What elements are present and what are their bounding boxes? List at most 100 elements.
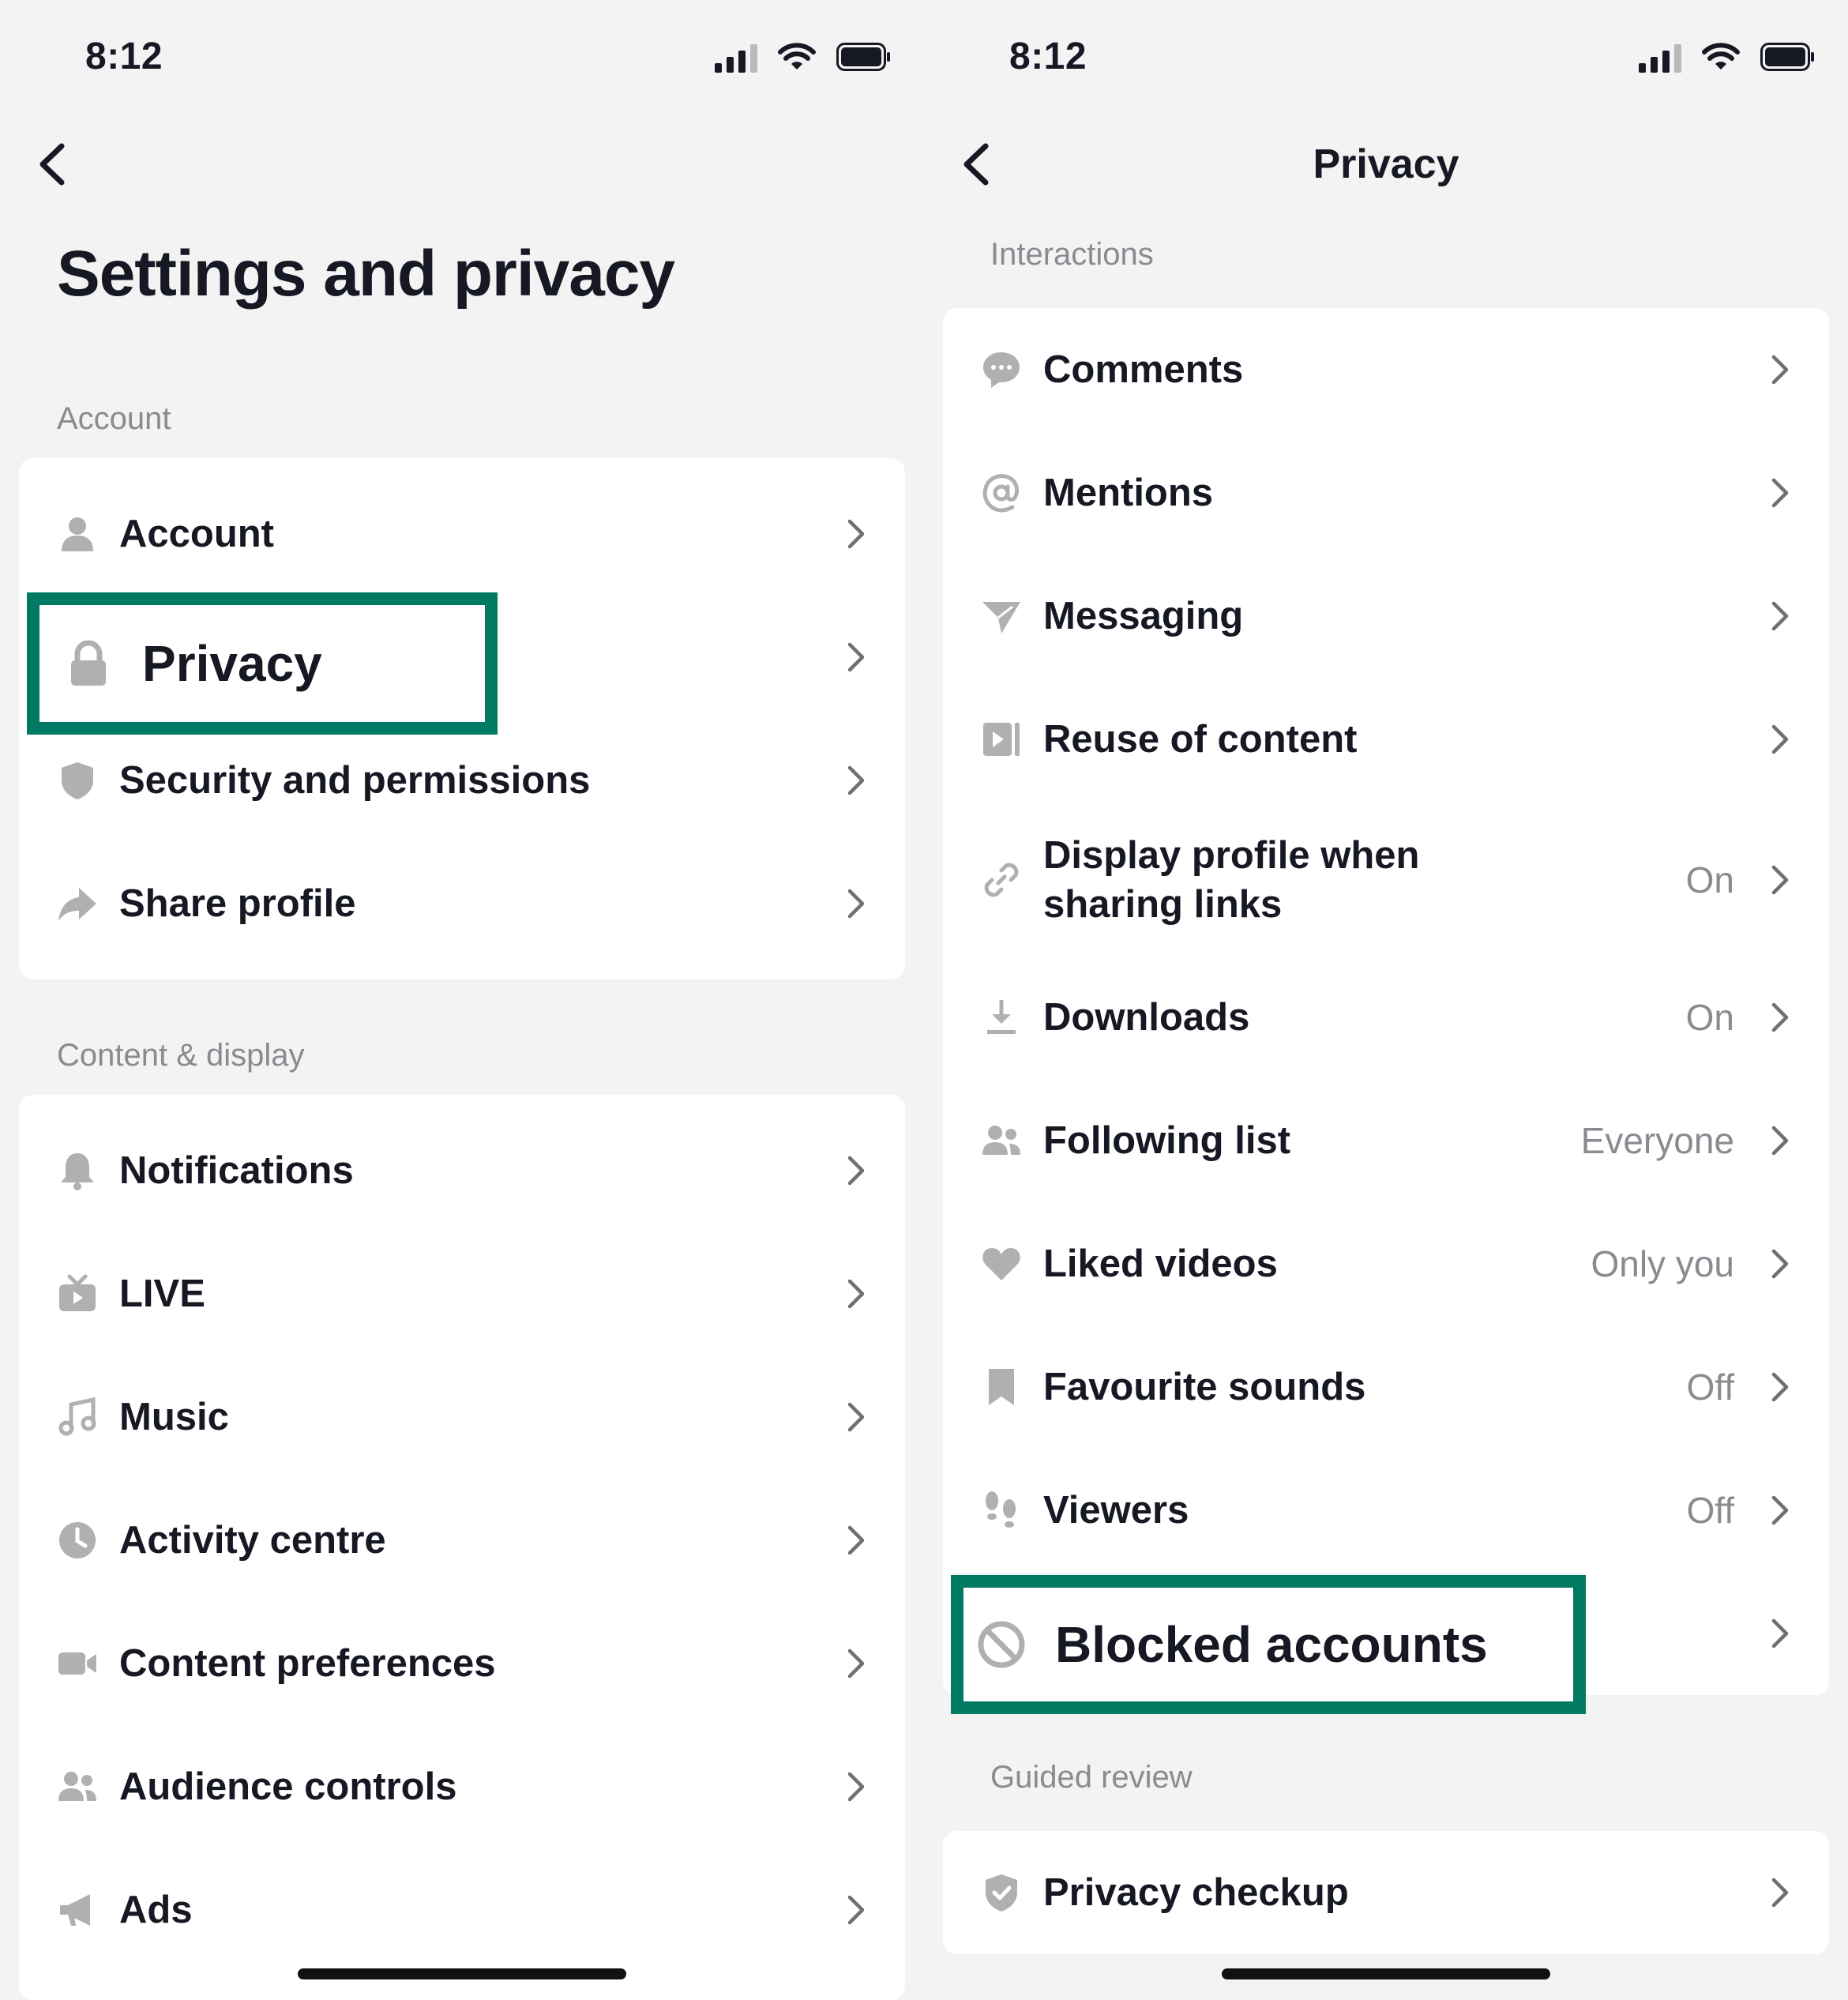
page-title: Privacy [1313,141,1459,187]
home-indicator [298,1968,626,1979]
privacy-item-following-list[interactable]: Following list Everyone [943,1079,1829,1202]
at-sign-icon [981,472,1022,513]
privacy-item-label: Favourite sounds [1043,1366,1366,1408]
privacy-item-viewers[interactable]: Viewers Off [943,1449,1829,1572]
settings-item-label: Audience controls [119,1765,457,1808]
bell-icon [57,1150,98,1191]
chevron-right-icon [1769,1246,1791,1281]
music-note-icon [57,1397,98,1438]
settings-item-label: Notifications [119,1149,354,1192]
privacy-item-reuse-of-content[interactable]: Reuse of content [943,678,1829,801]
chevron-right-icon [845,1400,867,1434]
footprints-icon [981,1490,1022,1531]
clock-icon [57,1520,98,1561]
battery-icon [836,43,890,71]
settings-item-label: Security and permissions [119,759,591,802]
lock-icon [63,638,114,689]
chevron-right-icon [1769,1493,1791,1528]
privacy-item-value: Off [1686,1367,1734,1408]
chevron-right-icon [845,640,867,675]
settings-item-label: Music [119,1396,229,1438]
download-icon [981,997,1022,1038]
chevron-right-icon [845,1153,867,1188]
home-indicator [1222,1968,1550,1979]
chevron-right-icon [1769,1000,1791,1035]
settings-item-label: Account [119,513,274,555]
settings-item-live[interactable]: LIVE [19,1232,905,1355]
privacy-label: Privacy [142,635,322,692]
privacy-item-value: Off [1686,1490,1734,1531]
settings-item-account[interactable]: Account [19,472,905,596]
chevron-right-icon [1769,722,1791,757]
privacy-item-value: Only you [1591,1243,1734,1284]
person-icon [57,513,98,555]
status-time: 8:12 [85,36,163,77]
play-square-icon [981,719,1022,760]
chevron-right-icon [845,1646,867,1681]
comment-bubble-icon [981,349,1022,390]
megaphone-icon [57,1889,98,1930]
status-bar: 8:12 [0,0,924,111]
back-button[interactable] [33,138,73,190]
settings-item-music[interactable]: Music [19,1355,905,1479]
chevron-right-icon [1769,352,1791,387]
bookmark-icon [981,1367,1022,1408]
privacy-item-liked-videos[interactable]: Liked videos Only you [943,1202,1829,1325]
settings-item-audience-controls[interactable]: Audience controls [19,1725,905,1848]
chevron-right-icon [1769,1370,1791,1404]
privacy-item-label: Comments [1043,348,1244,391]
section-label-interactions: Interactions [990,237,1154,272]
link-icon [981,859,1022,900]
privacy-item-value: Everyone [1580,1120,1734,1161]
chevron-right-icon [845,763,867,798]
privacy-item-display-profile[interactable]: Display profile when sharing links On [943,801,1829,959]
chevron-right-icon [1769,1875,1791,1910]
settings-item-ads[interactable]: Ads [19,1848,905,1972]
settings-item-label: LIVE [119,1273,205,1315]
privacy-highlight-box[interactable]: Privacy [27,592,498,735]
chevron-right-icon [1769,599,1791,633]
status-icons [715,41,892,73]
status-bar: 8:12 [924,0,1848,111]
privacy-item-label: Reuse of content [1043,718,1358,761]
blocked-accounts-highlight-box[interactable]: Blocked accounts [951,1575,1586,1714]
privacy-item-privacy-checkup[interactable]: Privacy checkup [943,1831,1829,1954]
privacy-item-label: Downloads [1043,996,1250,1039]
content-display-group: Notifications LIVE Music Activity centre [19,1095,905,2000]
privacy-item-label: Viewers [1043,1489,1189,1532]
privacy-screen: 8:12 Privacy Interactions Comments Menti… [924,0,1848,2000]
status-time: 8:12 [1009,36,1087,77]
battery-icon [1760,43,1814,71]
chevron-left-icon [39,143,65,186]
settings-item-security[interactable]: Security and permissions [19,719,905,842]
chevron-right-icon [845,1276,867,1311]
privacy-item-comments[interactable]: Comments [943,308,1829,431]
chevron-right-icon [845,1769,867,1804]
chevron-right-icon [1769,476,1791,510]
privacy-item-messaging[interactable]: Messaging [943,555,1829,678]
section-label-account: Account [57,401,171,436]
privacy-item-label: Privacy checkup [1043,1871,1349,1914]
privacy-item-value: On [1685,859,1734,900]
settings-item-label: Ads [119,1889,193,1931]
section-label-content-display: Content & display [57,1038,305,1073]
settings-item-content-preferences[interactable]: Content preferences [19,1602,905,1725]
settings-item-label: Content preferences [119,1642,496,1685]
settings-item-activity-centre[interactable]: Activity centre [19,1479,905,1602]
page-title: Settings and privacy [57,238,675,310]
interactions-group: Comments Mentions Messaging Reuse of con… [943,308,1829,1695]
privacy-item-downloads[interactable]: Downloads On [943,956,1829,1079]
privacy-item-mentions[interactable]: Mentions [943,431,1829,555]
settings-item-label: Share profile [119,882,356,925]
wifi-icon [1702,43,1740,70]
people-icon [981,1120,1022,1161]
paper-plane-icon [981,596,1022,637]
shield-check-icon [981,1872,1022,1913]
privacy-item-label: Following list [1043,1119,1291,1162]
privacy-item-favourite-sounds[interactable]: Favourite sounds Off [943,1325,1829,1449]
settings-item-share-profile[interactable]: Share profile [19,842,905,965]
shield-icon [57,760,98,801]
privacy-item-label: Mentions [1043,472,1214,514]
settings-item-notifications[interactable]: Notifications [19,1109,905,1232]
chevron-right-icon [845,1523,867,1558]
